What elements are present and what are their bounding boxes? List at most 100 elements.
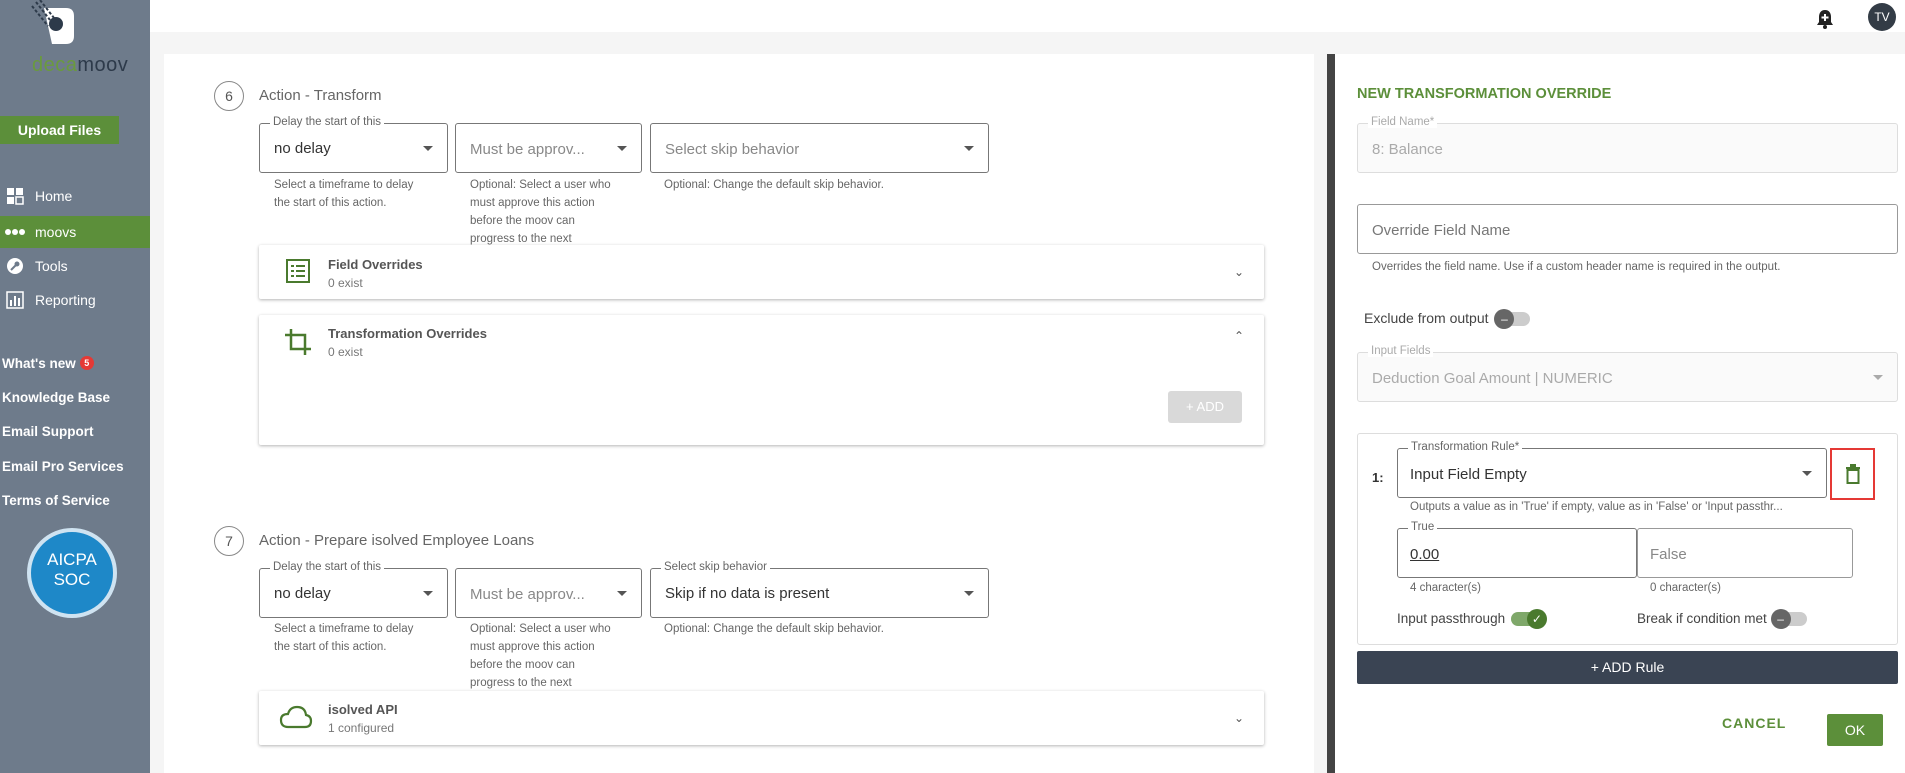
- nav-tools-label: Tools: [35, 258, 68, 274]
- passthrough-toggle[interactable]: ✓: [1510, 609, 1547, 630]
- transformation-overrides-title: Transformation Overrides: [328, 326, 487, 341]
- dropdown-arrow-icon: [1873, 375, 1883, 380]
- transformation-rule-card: 1: Transformation Rule* Input Field Empt…: [1357, 433, 1898, 645]
- passthrough-label: Input passthrough: [1397, 611, 1506, 626]
- chevron-down-icon[interactable]: ⌄: [1234, 711, 1244, 725]
- minus-icon: –: [1494, 309, 1515, 330]
- delete-rule-button[interactable]: [1830, 448, 1875, 500]
- step-6-skip-select[interactable]: Select skip behavior: [650, 123, 989, 173]
- delay-label: Delay the start of this: [270, 116, 385, 128]
- skip-helper-text: Optional: Change the default skip behavi…: [664, 179, 884, 191]
- step-7-number: 7: [214, 526, 244, 556]
- nav-moovs-label: moovs: [35, 224, 77, 240]
- logo-mark-icon: [31, 0, 74, 44]
- step-7-approver-select[interactable]: Must be approv...: [455, 568, 642, 618]
- exclude-toggle[interactable]: –: [1494, 309, 1531, 330]
- whats-new-badge: 5: [79, 356, 94, 370]
- override-field-name-input[interactable]: Override Field Name: [1357, 204, 1898, 254]
- list-icon: [285, 258, 311, 289]
- add-transformation-button[interactable]: + ADD: [1168, 391, 1242, 423]
- knowledge-base-link[interactable]: Knowledge Base: [2, 390, 110, 405]
- dropdown-arrow-icon: [423, 591, 433, 596]
- dropdown-arrow-icon: [964, 591, 974, 596]
- check-icon: ✓: [1526, 609, 1547, 630]
- nav-home[interactable]: Home: [0, 180, 150, 212]
- true-value-input[interactable]: True 0.00: [1397, 521, 1637, 578]
- nav-tools[interactable]: Tools: [0, 250, 150, 282]
- delay-label: Delay the start of this: [270, 561, 385, 573]
- cancel-button[interactable]: CANCEL: [1722, 715, 1786, 731]
- step-7-skip-select[interactable]: Select skip behavior Skip if no data is …: [650, 561, 989, 618]
- step-6-approver-select[interactable]: Must be approv...: [455, 123, 642, 173]
- email-support-link[interactable]: Email Support: [2, 424, 94, 439]
- break-condition-row: Break if condition met –: [1637, 609, 1807, 630]
- transformation-overrides-card: Transformation Overrides 0 exist ⌃ + ADD: [259, 315, 1264, 445]
- moov-actions-list: 6 Action - Transform Delay the start of …: [164, 54, 1314, 773]
- approver-helper-text: Optional: Select a user who must approve…: [470, 623, 611, 689]
- chevron-down-icon[interactable]: ⌄: [1234, 265, 1244, 279]
- nav-reporting-label: Reporting: [35, 292, 96, 308]
- delay-helper-text: Select a timeframe to delay the start of…: [274, 623, 414, 653]
- chevron-up-icon[interactable]: ⌃: [1234, 329, 1244, 343]
- soc-text: SOC: [53, 570, 91, 589]
- rule-label: Transformation Rule*: [1408, 441, 1523, 453]
- field-overrides-card[interactable]: Field Overrides 0 exist ⌄: [259, 245, 1264, 299]
- transformation-rule-select[interactable]: Transformation Rule* Input Field Empty: [1397, 441, 1827, 498]
- delay-helper-text: Select a timeframe to delay the start of…: [274, 179, 414, 209]
- aicpa-text: AICPA: [47, 550, 97, 569]
- terms-of-service-link[interactable]: Terms of Service: [2, 493, 110, 508]
- logo-text: decamoov: [32, 54, 129, 76]
- field-name-label: Field Name*: [1368, 116, 1438, 128]
- field-overrides-count: 0 exist: [328, 276, 363, 290]
- true-char-count: 4 character(s): [1410, 582, 1481, 594]
- override-field-placeholder: Override Field Name: [1372, 222, 1511, 239]
- decamoov-logo[interactable]: decamoov: [14, 0, 134, 78]
- nav-moovs[interactable]: moovs: [0, 216, 150, 248]
- input-passthrough-row: Input passthrough ✓: [1397, 609, 1547, 630]
- nav-reporting[interactable]: Reporting: [0, 284, 150, 316]
- approver-placeholder: Must be approv...: [470, 141, 585, 158]
- add-rule-button[interactable]: + ADD Rule: [1357, 651, 1898, 684]
- dropdown-arrow-icon: [617, 591, 627, 596]
- step-7-title: Action - Prepare isolved Employee Loans: [259, 532, 535, 549]
- user-avatar[interactable]: TV: [1868, 3, 1896, 31]
- whats-new-label: What's new: [2, 356, 76, 371]
- ok-button[interactable]: OK: [1827, 714, 1883, 746]
- rule-index: 1:: [1372, 470, 1384, 485]
- dropdown-arrow-icon: [1802, 471, 1812, 476]
- sidebar: decamoov Upload Files Home moovs Tools R…: [0, 0, 150, 773]
- upload-files-button[interactable]: Upload Files: [0, 116, 119, 144]
- home-icon: [5, 186, 25, 206]
- break-label: Break if condition met: [1637, 611, 1767, 626]
- moovs-icon: [5, 222, 25, 242]
- skip-placeholder: Select skip behavior: [665, 141, 800, 158]
- chart-icon: [5, 290, 25, 310]
- approver-helper-text: Optional: Select a user who must approve…: [470, 179, 611, 245]
- isolved-api-count: 1 configured: [328, 721, 395, 735]
- false-char-count: 0 character(s): [1650, 582, 1721, 594]
- rule-helper-text: Outputs a value as in 'True' if empty, v…: [1410, 501, 1783, 513]
- whats-new-link[interactable]: What's new 5: [2, 356, 94, 371]
- transformation-overrides-count: 0 exist: [328, 345, 363, 359]
- field-overrides-title: Field Overrides: [328, 257, 423, 272]
- skip-label: Select skip behavior: [661, 561, 770, 573]
- cloud-icon: [279, 705, 313, 734]
- input-fields-label: Input Fields: [1368, 345, 1434, 357]
- false-value-input[interactable]: False: [1637, 528, 1853, 578]
- field-name-input: Field Name* 8: Balance: [1357, 116, 1898, 173]
- panel-scrollbar[interactable]: [1327, 54, 1335, 773]
- field-name-value: 8: Balance: [1372, 141, 1443, 158]
- email-pro-services-link[interactable]: Email Pro Services: [2, 459, 124, 474]
- bell-icon[interactable]: [1814, 8, 1836, 35]
- step-6-title: Action - Transform: [259, 87, 382, 104]
- dropdown-arrow-icon: [617, 146, 627, 151]
- break-toggle[interactable]: –: [1770, 609, 1807, 630]
- step-7-delay-select[interactable]: Delay the start of this no delay: [259, 561, 448, 618]
- dropdown-arrow-icon: [423, 146, 433, 151]
- isolved-api-card[interactable]: isolved API 1 configured ⌄: [259, 691, 1264, 745]
- false-placeholder: False: [1650, 546, 1687, 563]
- input-fields-select: Input Fields Deduction Goal Amount | NUM…: [1357, 345, 1898, 402]
- step-6-delay-select[interactable]: Delay the start of this no delay: [259, 116, 448, 173]
- exclude-label: Exclude from output: [1364, 310, 1489, 326]
- isolved-api-title: isolved API: [328, 702, 398, 717]
